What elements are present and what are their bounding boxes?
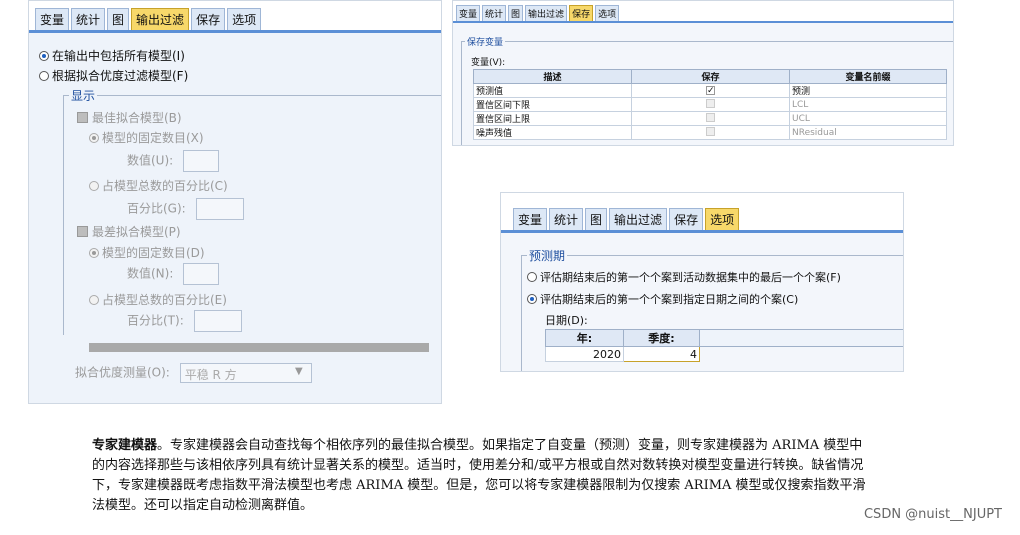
- checkbox-icon: [77, 226, 88, 237]
- watermark: CSDN @nuist__NJUPT: [863, 507, 1002, 522]
- tab-save[interactable]: 保存: [669, 208, 704, 230]
- year-input[interactable]: 2020: [545, 346, 624, 362]
- scrollbar[interactable]: [89, 343, 429, 352]
- chevron-down-icon: ▼: [294, 366, 303, 377]
- save-checkbox[interactable]: ✓: [706, 85, 715, 95]
- best-percent-radio[interactable]: 占模型总数的百分比(C): [89, 177, 228, 194]
- tab-output-filter[interactable]: 输出过滤: [609, 208, 668, 230]
- tab-options[interactable]: 选项: [227, 8, 262, 30]
- tab-variables[interactable]: 变量: [35, 8, 70, 30]
- row-description: 置信区间上限: [473, 111, 632, 126]
- table-row[interactable]: 噪声残值 NResidual: [473, 125, 947, 140]
- column-header: 变量名前缀: [789, 69, 947, 84]
- date-label: 日期(D):: [545, 314, 588, 327]
- table-row[interactable]: 置信区间上限 UCL: [473, 111, 947, 126]
- tab-save[interactable]: 保存: [569, 5, 594, 21]
- row-description: 置信区间下限: [473, 97, 632, 112]
- output-filter-dialog: 变量 统计 图 输出过滤 保存 选项 在输出中包括所有模型(I) 根据拟合优度过…: [28, 0, 442, 404]
- radio-icon: [527, 294, 537, 304]
- tab-statistics[interactable]: 统计: [482, 5, 507, 21]
- empty-cell: [699, 346, 903, 362]
- display-group-label: 显示: [69, 87, 98, 104]
- radio-to-last-case[interactable]: 评估期结束后的第一个个案到活动数据集中的最后一个个案(F): [527, 269, 841, 285]
- save-checkbox[interactable]: [706, 98, 715, 108]
- row-description: 噪声残值: [473, 125, 632, 140]
- best-fixed-radio[interactable]: 模型的固定数目(X): [89, 129, 204, 146]
- checkbox-icon: [77, 112, 88, 123]
- forecast-group-label: 预测期: [527, 247, 568, 264]
- worst-percent-radio[interactable]: 占模型总数的百分比(E): [89, 291, 227, 308]
- radio-icon: [527, 272, 537, 282]
- worst-fixed-value-input[interactable]: [183, 263, 220, 285]
- best-fit-checkbox[interactable]: 最佳拟合模型(B): [77, 109, 182, 126]
- season-header: 季度:: [623, 329, 700, 347]
- date-table: 年: 季度: 2020 4: [545, 329, 903, 362]
- row-prefix[interactable]: UCL: [789, 111, 947, 126]
- description-paragraph: 专家建模器。专家建模器会自动查找每个相依序列的最佳拟合模型。如果指定了自变量（预…: [92, 436, 872, 516]
- row-prefix[interactable]: 预测: [789, 83, 947, 98]
- paragraph-text: 。专家建模器会自动查找每个相依序列的最佳拟合模型。如果指定了自变量（预测）变量，…: [92, 438, 866, 513]
- save-variables-table: 描述 保存 变量名前缀 预测值 ✓ 预测 置信区间下限 LCL 置信区间上限 U…: [473, 69, 947, 140]
- best-percent-value: 百分比(G):: [127, 198, 244, 220]
- save-group-label: 保存变量: [465, 35, 506, 48]
- tab-variables[interactable]: 变量: [456, 5, 481, 21]
- worst-percent-value: 百分比(T):: [127, 310, 242, 332]
- save-checkbox[interactable]: [706, 112, 715, 122]
- best-fixed-value-input[interactable]: [183, 150, 220, 172]
- column-header: 描述: [473, 69, 632, 84]
- row-description: 预测值: [473, 83, 632, 98]
- save-checkbox[interactable]: [706, 126, 715, 136]
- tab-options[interactable]: 选项: [705, 208, 740, 230]
- worst-percent-input[interactable]: [193, 310, 242, 332]
- best-percent-input[interactable]: [195, 198, 244, 220]
- table-row[interactable]: 预测值 ✓ 预测: [473, 83, 947, 98]
- gof-select[interactable]: 平稳 R 方 ▼: [179, 363, 312, 383]
- paragraph-bold-term: 专家建模器: [92, 438, 158, 453]
- row-prefix[interactable]: NResidual: [789, 125, 947, 140]
- worst-fit-checkbox[interactable]: 最差拟合模型(P): [77, 223, 181, 240]
- tab-statistics[interactable]: 统计: [549, 208, 584, 230]
- radio-icon: [39, 51, 49, 61]
- tab-output-filter[interactable]: 输出过滤: [131, 8, 190, 30]
- save-dialog: 变量 统计 图 输出过滤 保存 选项 保存变量 变量(V): 描述 保存 变量名…: [452, 0, 954, 146]
- column-header: 保存: [631, 69, 790, 84]
- empty-header: [699, 329, 903, 347]
- tab-plots[interactable]: 图: [107, 8, 130, 30]
- table-row[interactable]: 置信区间下限 LCL: [473, 97, 947, 112]
- radio-icon: [89, 181, 99, 191]
- gof-measure: 拟合优度测量(O): 平稳 R 方 ▼: [75, 363, 312, 383]
- radio-include-all[interactable]: 在输出中包括所有模型(I): [39, 47, 185, 64]
- best-fixed-value: 数值(U):: [127, 150, 220, 172]
- tab-variables[interactable]: 变量: [513, 208, 548, 230]
- tab-output-filter[interactable]: 输出过滤: [525, 5, 568, 21]
- radio-icon: [89, 133, 99, 143]
- tab-bar: 变量 统计 图 输出过滤 保存 选项: [501, 193, 903, 233]
- radio-filter-by-fit[interactable]: 根据拟合优度过滤模型(F): [39, 67, 188, 84]
- tab-plots[interactable]: 图: [585, 208, 608, 230]
- radio-icon: [39, 71, 49, 81]
- tab-bar: 变量 统计 图 输出过滤 保存 选项: [453, 1, 953, 23]
- tab-save[interactable]: 保存: [191, 8, 226, 30]
- radio-to-date[interactable]: 评估期结束后的第一个个案到指定日期之间的个案(C): [527, 291, 798, 307]
- year-header: 年:: [545, 329, 624, 347]
- radio-icon: [89, 295, 99, 305]
- worst-fixed-radio[interactable]: 模型的固定数目(D): [89, 244, 205, 261]
- row-prefix[interactable]: LCL: [789, 97, 947, 112]
- tab-statistics[interactable]: 统计: [71, 8, 106, 30]
- options-dialog: 变量 统计 图 输出过滤 保存 选项 预测期 评估期结束后的第一个个案到活动数据…: [500, 192, 904, 372]
- worst-fixed-value: 数值(N):: [127, 263, 220, 285]
- table-header-row: 描述 保存 变量名前缀: [473, 69, 947, 84]
- radio-icon: [89, 248, 99, 258]
- tab-options[interactable]: 选项: [595, 5, 620, 21]
- season-input[interactable]: 4: [623, 346, 700, 362]
- tab-bar: 变量 统计 图 输出过滤 保存 选项: [29, 1, 441, 33]
- tab-plots[interactable]: 图: [508, 5, 524, 21]
- variables-label: 变量(V):: [471, 58, 506, 68]
